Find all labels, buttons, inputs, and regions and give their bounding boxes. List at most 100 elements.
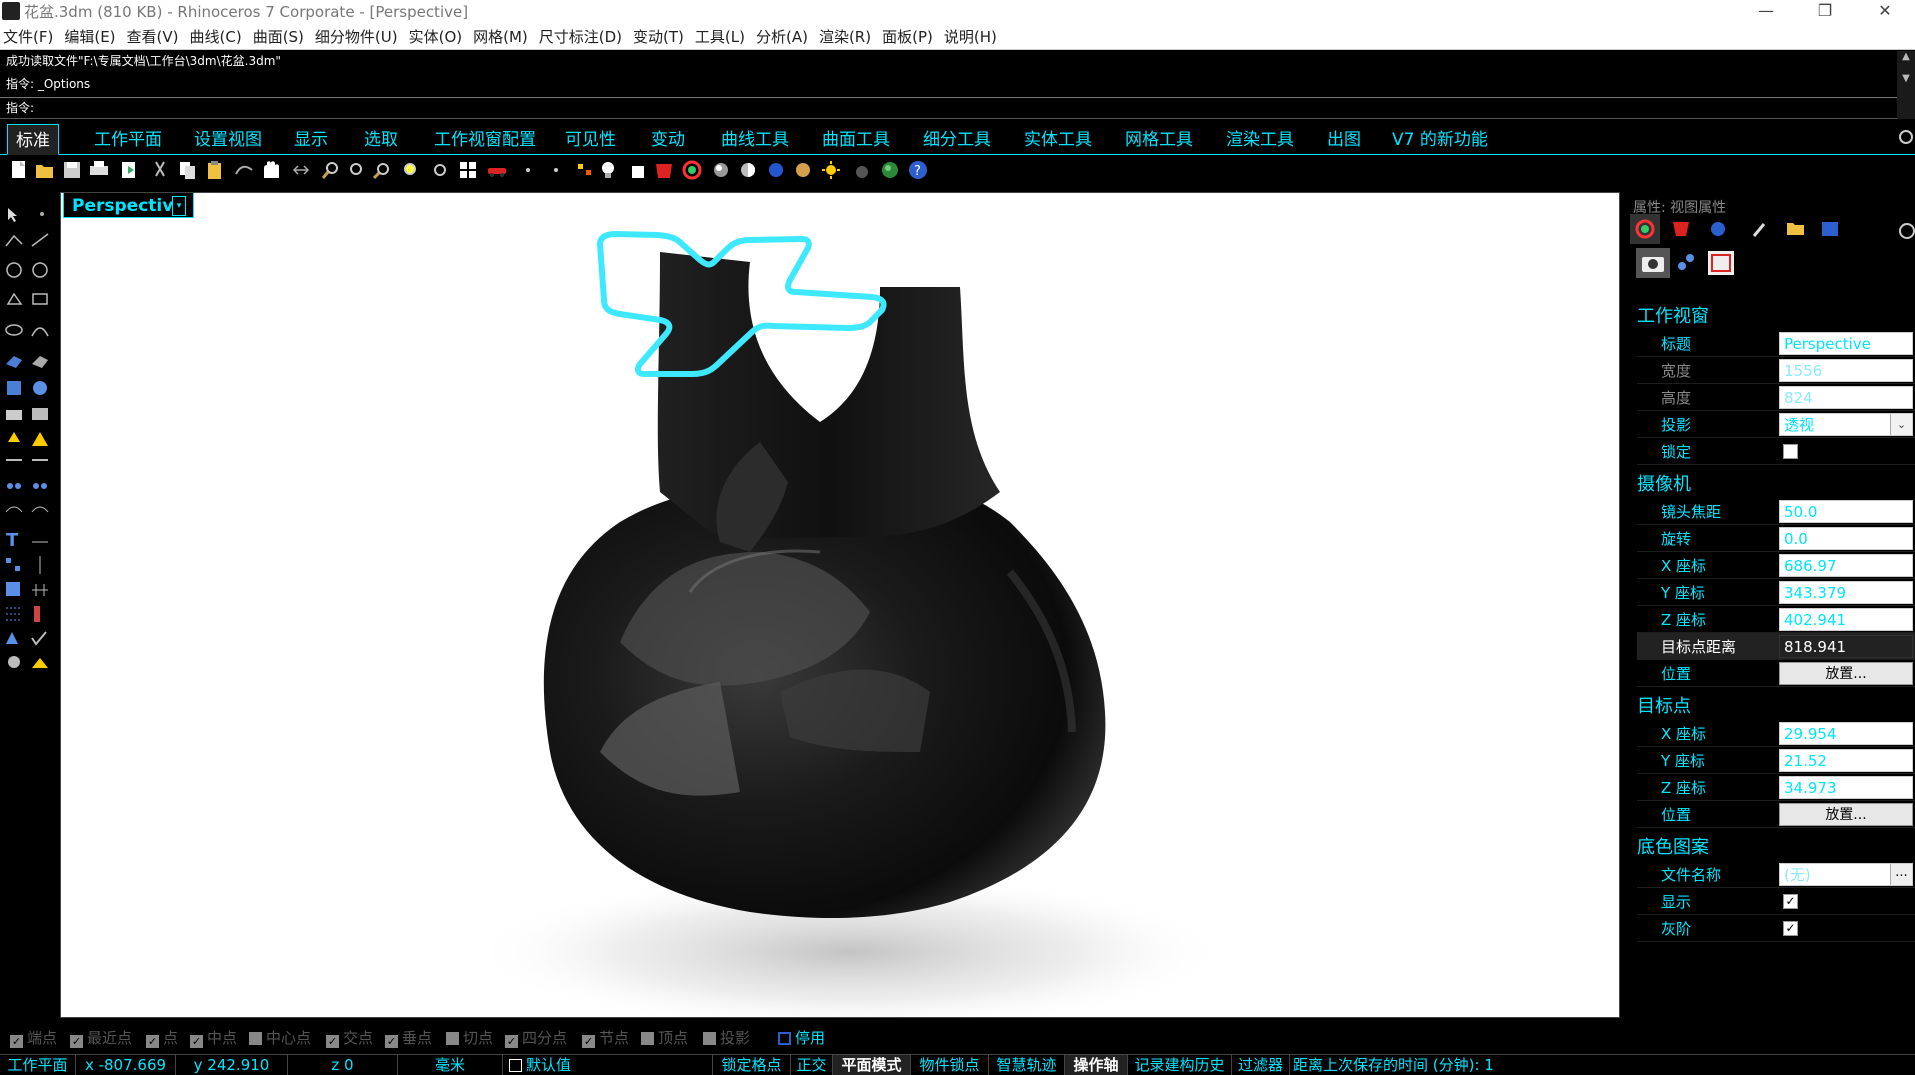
osnap-checkbox[interactable]: ✓: [582, 1035, 595, 1048]
record-history-toggle[interactable]: 记录建构历史: [1128, 1055, 1232, 1075]
osnap-checkbox[interactable]: ✓: [385, 1035, 398, 1048]
menu-mesh[interactable]: 网格(M): [470, 24, 531, 50]
polygon-icon[interactable]: [6, 292, 23, 305]
menu-edit[interactable]: 编辑(E): [61, 24, 118, 50]
text-icon[interactable]: T: [6, 530, 19, 551]
flower-pot-model[interactable]: [543, 231, 1106, 918]
folder-tab-icon[interactable]: [1787, 223, 1804, 235]
osnap-mid[interactable]: ✓ 中点: [190, 1026, 237, 1050]
menu-surface[interactable]: 曲面(S): [250, 24, 307, 50]
show-checkbox[interactable]: ✓: [1783, 894, 1798, 909]
menu-dimension[interactable]: 尺寸标注(D): [536, 24, 625, 50]
light-bulb-icon[interactable]: [602, 162, 614, 178]
menu-render[interactable]: 渲染(R): [816, 24, 874, 50]
array-icon[interactable]: [32, 584, 48, 596]
grayscale-checkbox[interactable]: ✓: [1783, 921, 1798, 936]
tab-select[interactable]: 选取: [356, 124, 406, 155]
ortho-toggle[interactable]: 正交: [791, 1055, 833, 1075]
gold-sphere-icon[interactable]: [796, 163, 810, 177]
osnap-near[interactable]: ✓ 最近点: [70, 1026, 132, 1050]
menu-tools[interactable]: 工具(L): [692, 24, 748, 50]
browse-button[interactable]: ...: [1890, 864, 1912, 885]
tab-curve-tools[interactable]: 曲线工具: [713, 124, 797, 155]
undo-icon[interactable]: [235, 165, 253, 175]
ellipse-icon[interactable]: [5, 324, 23, 336]
cut-icon[interactable]: [155, 161, 165, 177]
zoom-dynamic-icon[interactable]: [321, 162, 338, 179]
curve-icon[interactable]: [31, 327, 49, 337]
print-icon[interactable]: [90, 161, 108, 175]
menu-subd[interactable]: 细分物件(U): [312, 24, 401, 50]
osnap-vertex[interactable]: 顶点: [641, 1026, 688, 1050]
analyze-icon[interactable]: [6, 632, 18, 644]
viewport-settings-icon[interactable]: [1678, 254, 1694, 270]
point-icon[interactable]: [526, 168, 530, 172]
osnap-checkbox[interactable]: [703, 1032, 716, 1045]
history-icon[interactable]: [34, 606, 40, 622]
menu-file[interactable]: 文件(F): [0, 24, 56, 50]
new-file-icon[interactable]: [12, 161, 25, 178]
tab-transform[interactable]: 变动: [643, 124, 693, 155]
select-arrow-icon[interactable]: [8, 208, 17, 222]
osnap-checkbox[interactable]: ✓: [10, 1035, 23, 1048]
perspective-viewport[interactable]: [60, 192, 1620, 1018]
menu-panels[interactable]: 面板(P): [879, 24, 936, 50]
globe-icon[interactable]: [882, 162, 898, 178]
cylinder-icon[interactable]: [6, 410, 22, 420]
minimize-button[interactable]: —: [1741, 0, 1791, 24]
tab-visibility[interactable]: 可见性: [557, 124, 624, 155]
shade-sphere-icon[interactable]: [741, 163, 755, 177]
zoom-selected-icon[interactable]: [404, 163, 416, 175]
boolean-icon[interactable]: [32, 408, 48, 420]
polyline-icon[interactable]: [5, 234, 23, 247]
layer-icon[interactable]: [632, 166, 644, 178]
color-wheel-tab-icon[interactable]: [1630, 214, 1660, 244]
offset-icon[interactable]: [5, 506, 23, 513]
osnap-checkbox[interactable]: ✓: [505, 1035, 518, 1048]
tab-new-in-v7[interactable]: V7 的新功能: [1384, 124, 1496, 155]
wallpaper-icon[interactable]: [1708, 251, 1734, 275]
object-snap-icon[interactable]: [578, 164, 591, 175]
maximize-button[interactable]: ❐: [1800, 0, 1850, 24]
tab-solid-tools[interactable]: 实体工具: [1016, 124, 1100, 155]
grid-points-icon[interactable]: [6, 607, 20, 621]
osnap-checkbox[interactable]: ✓: [190, 1035, 203, 1048]
line-icon[interactable]: [31, 233, 49, 247]
menu-transform[interactable]: 变动(T): [630, 24, 687, 50]
projection-select[interactable]: 透视 ⌄: [1779, 413, 1913, 436]
paste-icon[interactable]: [208, 161, 221, 179]
surface-icon[interactable]: [6, 356, 22, 368]
circle-icon[interactable]: [6, 262, 22, 278]
osnap-quad[interactable]: ✓ 四分点: [505, 1026, 567, 1050]
point-tool-icon[interactable]: [40, 212, 44, 216]
blend-icon[interactable]: [33, 483, 47, 489]
import-icon[interactable]: [122, 162, 135, 178]
camera-y-field[interactable]: 343.379: [1779, 581, 1913, 604]
target-place-button[interactable]: 放置...: [1779, 803, 1913, 826]
tab-mesh-tools[interactable]: 网格工具: [1117, 124, 1201, 155]
osnap-toggle[interactable]: 物件锁点: [911, 1055, 989, 1075]
panel-gear-icon[interactable]: [1899, 223, 1915, 239]
osnap-checkbox[interactable]: [641, 1032, 654, 1045]
target-y-field[interactable]: 21.52: [1779, 749, 1913, 772]
save-icon[interactable]: [64, 162, 80, 178]
viewport-menu-dropdown[interactable]: ▾: [172, 196, 186, 216]
chevron-down-icon[interactable]: ⌄: [1890, 414, 1912, 435]
osnap-perp[interactable]: ✓ 垂点: [385, 1026, 432, 1050]
camera-icon[interactable]: [1636, 248, 1670, 278]
move-icon[interactable]: [6, 558, 20, 571]
target-x-field[interactable]: 29.954: [1779, 722, 1913, 745]
osnap-checkbox[interactable]: [446, 1032, 459, 1045]
menu-view[interactable]: 查看(V): [124, 24, 182, 50]
sphere-icon[interactable]: [33, 381, 47, 395]
grid-snap-toggle[interactable]: 锁定格点: [713, 1055, 791, 1075]
box-icon[interactable]: [7, 381, 21, 395]
tabs-gear-icon[interactable]: [1899, 130, 1913, 144]
target-z-field[interactable]: 34.973: [1779, 776, 1913, 799]
curve-arc-icon[interactable]: [31, 506, 49, 513]
environment-tab-icon[interactable]: [1711, 222, 1725, 236]
command-scrollbar[interactable]: ▲ ▼: [1897, 51, 1915, 119]
color-wheel-icon[interactable]: [682, 160, 702, 180]
car-icon[interactable]: [488, 168, 506, 177]
zoom-extents-icon[interactable]: [372, 163, 389, 180]
